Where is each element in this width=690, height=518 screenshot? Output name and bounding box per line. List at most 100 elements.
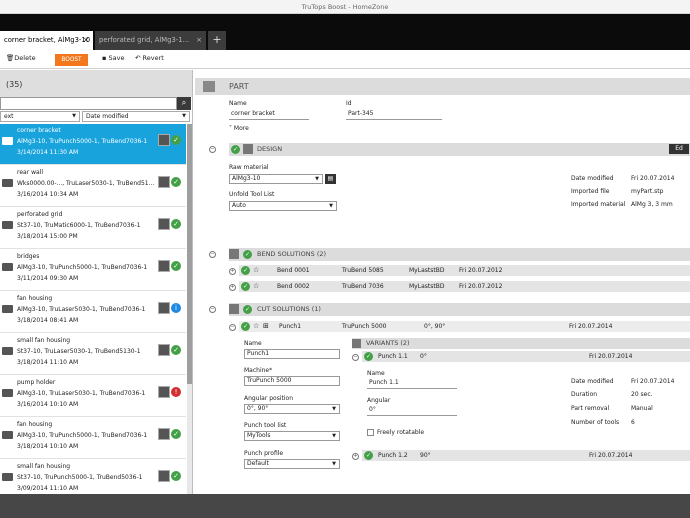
variant-angular-field[interactable]: 0° xyxy=(367,406,457,416)
bend-machine: TruBend 5085 xyxy=(342,267,384,274)
list-item[interactable]: rear wall Wks0000.00-..., TruLaser5030-1,… xyxy=(0,166,186,207)
cut-solution-row[interactable]: ✓ ☆ ⊞ Punch1 TruPunch 5000 0°, 90° Fri 2… xyxy=(239,321,690,332)
variant-row[interactable]: ✓ Punch 1.2 90° Fri 20.07.2014 xyxy=(362,450,690,461)
item-date: 3/16/2014 10:34 AM xyxy=(17,191,79,198)
unfold-tool-list-select[interactable]: Auto ▼ xyxy=(229,201,337,211)
expand-bend-2-icon[interactable]: + xyxy=(229,284,236,291)
revert-button[interactable]: ↶ Revert xyxy=(135,54,164,62)
list-item[interactable]: small fan housing St37-10, TruPunch5000-1… xyxy=(0,460,186,494)
thumbnail-icon[interactable] xyxy=(158,260,170,272)
material-picker-icon[interactable]: ▤ xyxy=(325,174,336,184)
delete-button[interactable]: 🗑Delete xyxy=(6,54,36,62)
sort-order-select[interactable]: Date modified ▼ xyxy=(82,111,190,122)
thumbnail-icon[interactable] xyxy=(158,302,170,314)
part-icon xyxy=(2,179,13,187)
collapse-bend-icon[interactable]: − xyxy=(209,251,216,258)
list-item[interactable]: corner bracket AlMg3-10, TruPunch5000-1, … xyxy=(0,124,186,165)
star-icon[interactable]: ☆ xyxy=(253,282,259,290)
list-item[interactable]: perforated grid St37-10, TruMatic6000-1, … xyxy=(0,208,186,249)
status-err-icon: ! xyxy=(171,387,181,397)
document-tab-bar: corner bracket, AlMg3-10 × perforated gr… xyxy=(0,14,690,50)
bend-solution-row[interactable]: ✓ ☆ Bend 0002 TruBend 7036 MyLaststBD Fr… xyxy=(239,281,690,292)
tab-perforated-grid[interactable]: perforated grid, AlMg3-1... × xyxy=(95,31,206,50)
list-item[interactable]: fan housing AlMg3-10, TruPunch5000-1, Tru… xyxy=(0,418,186,459)
save-button[interactable]: ▪ Save xyxy=(102,54,124,62)
tab-corner-bracket[interactable]: corner bracket, AlMg3-10 × xyxy=(0,31,93,50)
check-icon: ✓ xyxy=(243,305,252,314)
sort-field-select[interactable]: ext ▼ xyxy=(0,111,80,122)
raw-material-select[interactable]: AlMg3-10 ▼ xyxy=(229,174,323,184)
list-header: (35) xyxy=(0,70,192,97)
item-date: 3/11/2014 09:30 AM xyxy=(17,275,79,282)
edit-button[interactable]: Ed xyxy=(669,144,689,154)
bend-name: Bend 0002 xyxy=(277,283,310,290)
status-info-icon: i xyxy=(171,303,181,313)
machine-label: Machine* xyxy=(244,367,273,374)
close-icon[interactable]: × xyxy=(196,31,202,50)
thumbnail-icon[interactable] xyxy=(158,218,170,230)
variant-angular-label: Angular xyxy=(367,397,391,404)
close-icon[interactable]: × xyxy=(83,31,89,50)
thumbnail-icon[interactable] xyxy=(158,470,170,482)
punch-profile-select[interactable]: Default ▼ xyxy=(244,459,340,469)
collapse-punch1-icon[interactable]: − xyxy=(229,324,236,331)
more-label: More xyxy=(233,125,249,132)
part-header: PART xyxy=(195,78,690,95)
sort-order-value: Date modified xyxy=(86,113,129,120)
star-icon[interactable]: ☆ xyxy=(253,322,259,330)
parts-list-panel: (35) ⌕ ext ▼ Date modified ▼ corner brac… xyxy=(0,70,193,494)
punch-tool-list-select[interactable]: MyTools ▼ xyxy=(244,431,340,441)
check-icon: ✓ xyxy=(241,322,250,331)
thumbnail-icon[interactable] xyxy=(158,134,170,146)
expand-bend-1-icon[interactable]: + xyxy=(229,268,236,275)
add-tab-button[interactable]: + xyxy=(208,31,226,50)
punch-profile-value: Default xyxy=(247,460,269,467)
part-icon xyxy=(2,431,13,439)
check-icon: ✓ xyxy=(241,266,250,275)
item-detail: AlMg3-10, TruPunch5000-1, TruBend7036-1 xyxy=(17,432,148,439)
collapse-cut-icon[interactable]: − xyxy=(209,306,216,313)
duration-label: Duration xyxy=(571,391,598,398)
search-icon[interactable]: ⌕ xyxy=(177,97,191,110)
cut-name-field[interactable]: Punch1 xyxy=(244,349,340,359)
more-toggle[interactable]: ˅ More xyxy=(229,125,249,132)
variants-title: VARIANTS (2) xyxy=(366,339,410,347)
list-item[interactable]: small fan housing St37-10, TruLaser5030-1… xyxy=(0,334,186,375)
list-item[interactable]: fan housing AlMg3-10, TruLaser5030-1, Tru… xyxy=(0,292,186,333)
part-icon xyxy=(203,81,215,92)
detail-panel: PART Name corner bracket Id Part-345 ˅ M… xyxy=(195,70,690,494)
angular-position-select[interactable]: 0°, 90° ▼ xyxy=(244,404,340,414)
variant-name-field[interactable]: Punch 1.1 xyxy=(367,379,457,389)
boost-button[interactable]: BOOST xyxy=(55,54,88,66)
machine-field[interactable]: TruPunch 5000 xyxy=(244,376,340,386)
item-detail: Wks0000.00-..., TruLaser5030-1, TruBend5… xyxy=(17,180,155,187)
search-input[interactable] xyxy=(0,97,177,110)
item-date: 3/18/2014 15:00 PM xyxy=(17,233,78,240)
thumbnail-icon[interactable] xyxy=(158,176,170,188)
thumbnail-icon[interactable] xyxy=(158,386,170,398)
part-name-field[interactable]: corner bracket xyxy=(229,110,309,120)
freely-rotatable-checkbox[interactable] xyxy=(367,429,374,436)
item-name: bridges xyxy=(17,253,40,260)
star-icon[interactable]: ☆ xyxy=(253,266,259,274)
part-header-title: PART xyxy=(229,82,249,91)
part-icon xyxy=(2,473,13,481)
sort-field-value: ext xyxy=(4,113,14,120)
list-item[interactable]: bridges AlMg3-10, TruPunch5000-1, TruBend… xyxy=(0,250,186,291)
part-removal-value: Manual xyxy=(631,405,653,412)
item-date: 3/16/2014 10:10 AM xyxy=(17,401,79,408)
list-item[interactable]: pump holder AlMg3-10, TruLaser5030-1, Tru… xyxy=(0,376,186,417)
number-of-tools-label: Number of tools xyxy=(571,419,620,426)
item-detail: St37-10, TruLaser5030-1, TruBend5130-1 xyxy=(17,348,141,355)
window-title: TruTops Boost - HomeZone xyxy=(301,3,389,11)
scrollbar-thumb[interactable] xyxy=(187,124,192,384)
part-id-field[interactable]: Part-345 xyxy=(346,110,442,120)
collapse-variant1-icon[interactable]: − xyxy=(352,354,359,361)
bend-solution-row[interactable]: ✓ ☆ Bend 0001 TruBend 5085 MyLaststBD Fr… xyxy=(239,265,690,276)
thumbnail-icon[interactable] xyxy=(158,344,170,356)
expand-variant2-icon[interactable]: + xyxy=(352,453,359,460)
thumbnail-icon[interactable] xyxy=(158,428,170,440)
collapse-design-icon[interactable]: − xyxy=(209,146,216,153)
punch-tool-list-value: MyTools xyxy=(247,432,271,439)
variant-row[interactable]: ✓ Punch 1.1 0° Fri 20.07.2014 xyxy=(362,351,690,362)
